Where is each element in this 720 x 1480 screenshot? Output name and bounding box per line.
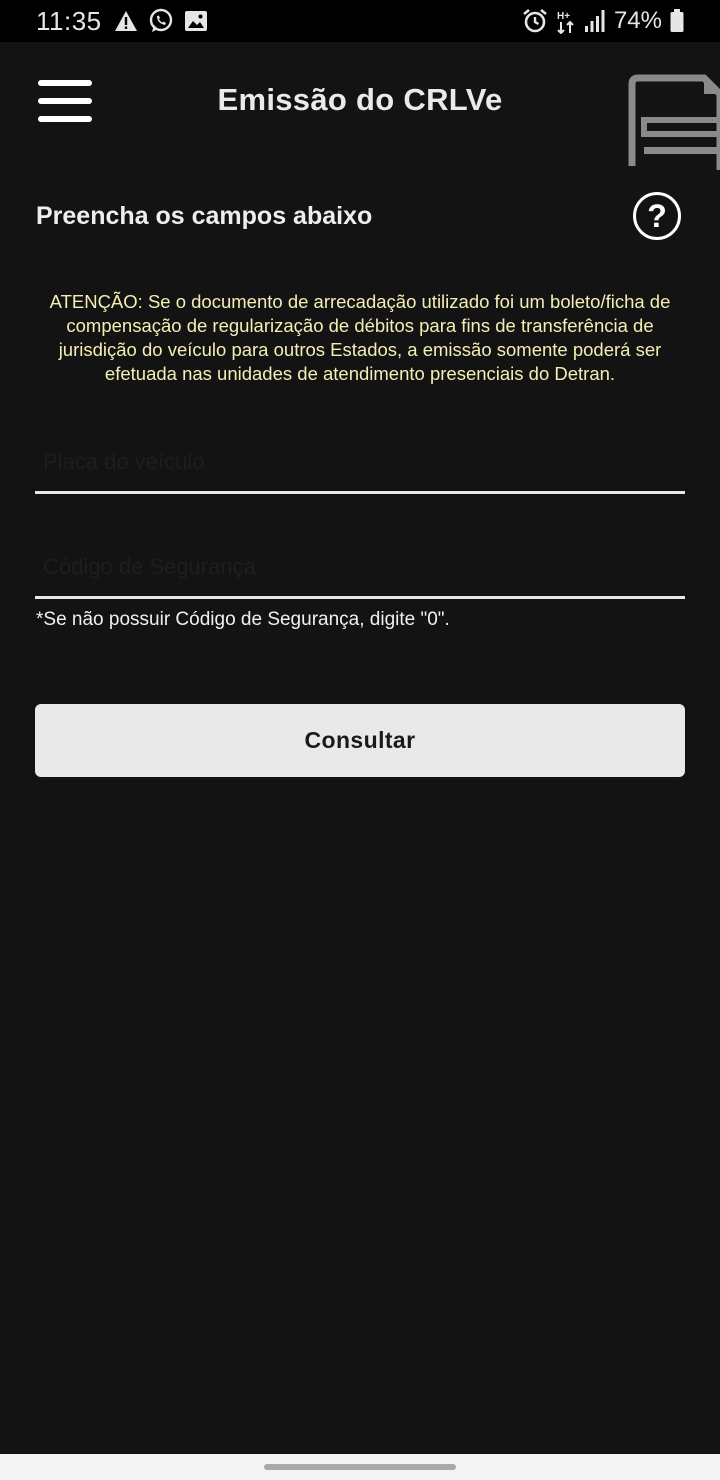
signal-icon — [584, 10, 605, 32]
status-right-icons: H+ 74% — [522, 6, 684, 36]
status-time: 11:35 — [36, 6, 102, 36]
image-icon — [185, 11, 207, 31]
status-bar: 11:35 H+ 74% — [0, 0, 720, 42]
section-title: Preencha os campos abaixo — [36, 202, 373, 230]
battery-icon — [670, 9, 684, 32]
placa-field — [35, 433, 685, 494]
app-header: Emissão do CRLVe — [0, 42, 720, 172]
codigo-seguranca-input[interactable] — [41, 548, 675, 586]
page-title: Emissão do CRLVe — [217, 82, 503, 117]
warning-icon — [115, 11, 137, 31]
battery-percentage: 74% — [613, 7, 662, 34]
codigo-hint: *Se não possuir Código de Segurança, dig… — [36, 609, 450, 630]
status-left-icons — [114, 8, 208, 34]
whatsapp-icon — [149, 8, 173, 32]
warning-text: ATENÇÃO: Se o documento de arrecadação u… — [49, 291, 671, 384]
placa-input[interactable] — [41, 443, 675, 481]
alarm-icon — [523, 8, 547, 33]
home-gesture-handle[interactable] — [264, 1464, 456, 1470]
consultar-button[interactable]: Consultar — [35, 704, 685, 777]
svg-text:H+: H+ — [557, 11, 570, 22]
data-transfer-icon: H+ — [557, 11, 574, 34]
document-icon[interactable] — [624, 72, 720, 170]
system-nav-bar — [0, 1454, 720, 1480]
help-icon[interactable]: ? — [633, 192, 681, 240]
codigo-field — [35, 538, 685, 599]
